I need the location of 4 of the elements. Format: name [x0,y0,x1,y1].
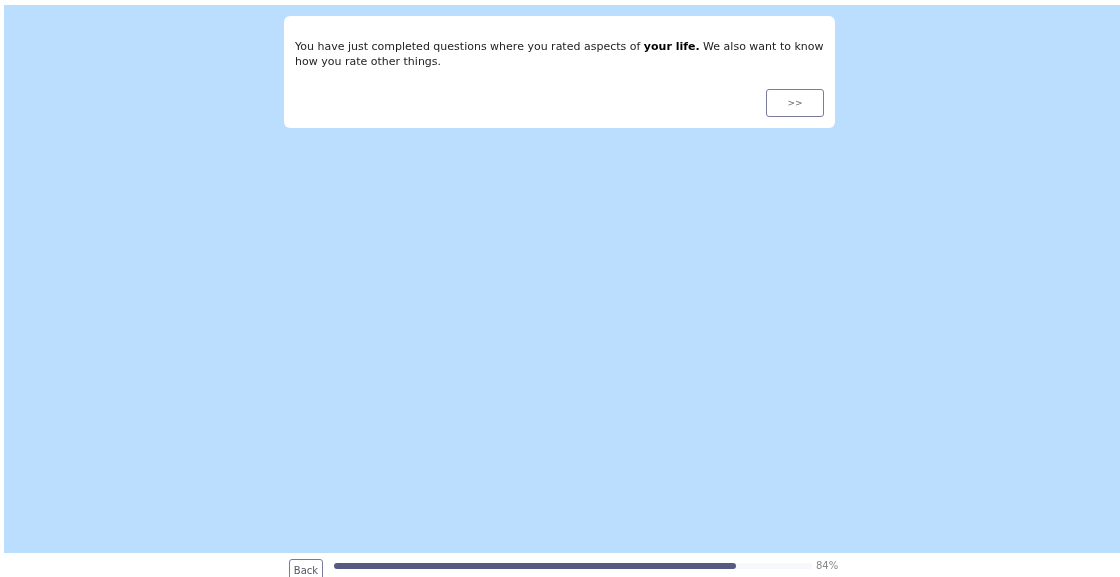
next-button[interactable]: >> [766,89,824,117]
progress-percent: 84% [816,560,839,571]
back-button[interactable]: Back [289,559,323,577]
question-text: You have just completed questions where you rated aspects of your life. We also want to know how you rate other things. [295,39,824,69]
